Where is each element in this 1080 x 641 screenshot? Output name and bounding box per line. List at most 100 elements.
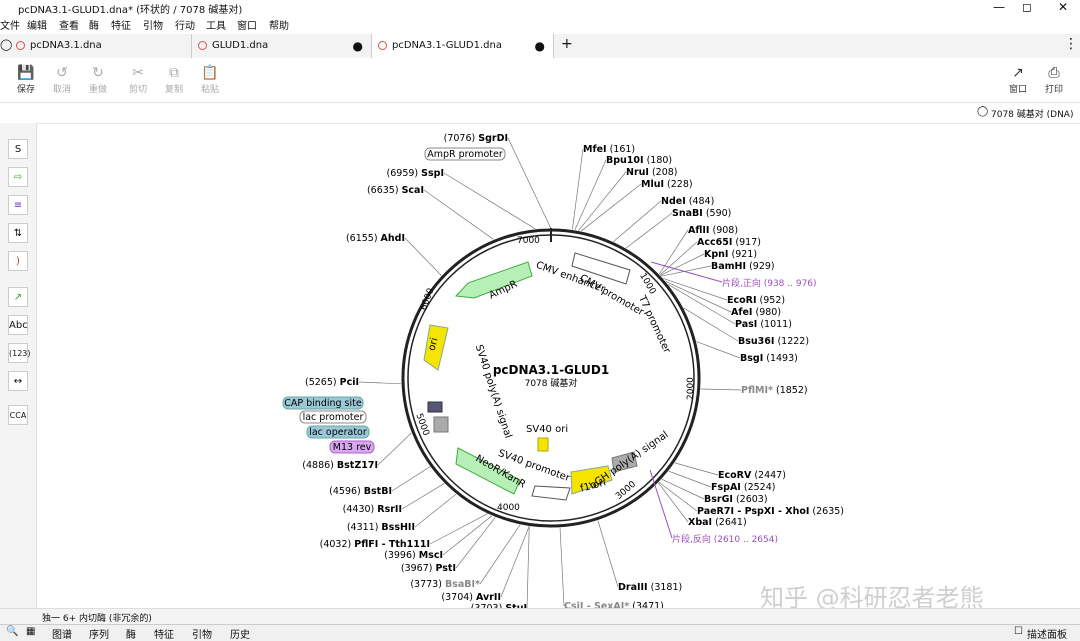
primer-icon[interactable]: ↗ — [8, 287, 28, 307]
restriction-site-label[interactable]: Acc65I (917) — [697, 237, 761, 248]
restriction-site-label[interactable]: MfeI (161) — [583, 144, 635, 155]
restriction-site-label[interactable]: (3996) MscI — [384, 550, 443, 561]
menu-primers[interactable]: 引物 — [143, 17, 163, 32]
sall-tool-icon[interactable]: S — [8, 139, 28, 159]
restriction-site-label[interactable]: (3704) AvrII — [441, 592, 501, 603]
restriction-site-label[interactable]: (4596) BstBI — [329, 486, 392, 497]
sv40-promoter-arrow[interactable] — [531, 485, 571, 501]
arc-icon[interactable]: ) — [8, 251, 28, 271]
tab-glud1[interactable]: GLUD1.dna ● — [192, 34, 372, 58]
feature-arrow-icon[interactable]: ⇨ — [8, 167, 28, 187]
swap-icon[interactable]: ⇅ — [8, 223, 28, 243]
badge-m13-rev[interactable]: M13 rev — [329, 440, 375, 454]
menu-file[interactable]: 文件 — [0, 17, 20, 32]
menu-help[interactable]: 帮助 — [269, 17, 289, 32]
print-button[interactable]: ⎙ 打印 — [1036, 64, 1072, 95]
restriction-site-label[interactable]: (7076) SgrDI — [444, 133, 508, 144]
menu-window[interactable]: 窗口 — [237, 17, 257, 32]
restriction-site-label[interactable]: (4311) BssHII — [347, 522, 415, 533]
paste-button[interactable]: 📋 粘贴 — [192, 64, 228, 95]
enzyme-filter-label[interactable]: 独一 6+ 内切酶 (非冗余的) — [42, 611, 152, 624]
copy-button[interactable]: ⧉ 复制 — [156, 64, 192, 95]
text-tool-icon[interactable]: Abc — [8, 315, 28, 335]
sv40-ori-box[interactable] — [537, 437, 549, 452]
redo-button[interactable]: ↻ 重做 — [80, 64, 116, 95]
restriction-site-label[interactable]: PaeR7I - PspXI - XhoI (2635) — [697, 506, 844, 517]
restriction-site-label[interactable]: AflII (908) — [688, 225, 738, 236]
restriction-site-label[interactable]: BamHI (929) — [711, 261, 775, 272]
restriction-site-label[interactable]: AfeI (980) — [731, 307, 781, 318]
menu-tools[interactable]: 工具 — [206, 17, 226, 32]
describe-panel-checkbox[interactable]: ☐ — [1014, 626, 1023, 637]
fragment-reverse-label[interactable]: 片段,反向 (2610 .. 2654) — [672, 533, 778, 545]
restriction-site-label[interactable]: (3967) PstI — [401, 563, 456, 574]
describe-panel-label: 描述面板 — [1027, 630, 1067, 641]
align-icon[interactable]: ≡ — [8, 195, 28, 215]
menu-actions[interactable]: 行动 — [175, 17, 195, 32]
restriction-site-label[interactable]: XbaI (2641) — [688, 517, 747, 528]
restriction-site-label[interactable]: (6959) SspI — [387, 168, 444, 179]
tab-pcdna31-glud1[interactable]: pcDNA3.1-GLUD1.dna ● — [372, 34, 554, 58]
restriction-site-label[interactable]: NruI (208) — [626, 167, 678, 178]
tab-features[interactable]: 特征 — [154, 626, 174, 641]
menu-enzymes[interactable]: 酶 — [89, 17, 99, 32]
restriction-site-label[interactable]: MluI (228) — [641, 179, 693, 190]
restriction-site-label[interactable]: EcoRV (2447) — [718, 470, 786, 481]
codon-icon[interactable]: CCA — [8, 405, 28, 425]
restriction-site-label[interactable]: (3773) BsaBI* — [410, 579, 480, 590]
menu-edit[interactable]: 编辑 — [27, 17, 47, 32]
grid-icon[interactable]: ▦ — [26, 626, 35, 637]
badge-ampr-promoter[interactable]: AmpR promoter — [424, 147, 506, 161]
number-tool-icon[interactable]: (123) — [8, 343, 31, 363]
restriction-site-label[interactable]: KpnI (921) — [704, 249, 757, 260]
restriction-site-label[interactable]: (6155) AhdI — [346, 233, 405, 244]
menu-view[interactable]: 查看 — [59, 17, 79, 32]
badge-lac-operator[interactable]: lac operator — [306, 425, 370, 439]
restriction-site-label[interactable]: (4032) PflFI - Tth111I — [320, 539, 430, 550]
restriction-site-label[interactable]: CsiI - SexAI* (3471) — [564, 601, 664, 612]
maximize-icon[interactable]: ◻ — [1012, 0, 1042, 16]
unsaved-dot-icon[interactable]: ● — [353, 34, 363, 58]
restriction-site-label[interactable]: (6635) ScaI — [367, 185, 424, 196]
restriction-site-label[interactable]: Bpu10I (180) — [606, 155, 672, 166]
badge-lac-promoter[interactable]: lac promoter — [299, 410, 367, 424]
fragment-forward-label[interactable]: 片段,正向 (938 .. 976) — [722, 277, 817, 289]
badge-cap-binding-site[interactable]: CAP binding site — [282, 396, 364, 410]
tab-sequence[interactable]: 序列 — [89, 626, 109, 641]
restriction-site-label[interactable]: DraIII (3181) — [618, 582, 682, 593]
plasmid-map-svg[interactable]: 7000 1000 2000 3000 4000 5000 6000 CMV e… — [37, 123, 1080, 614]
minimize-icon[interactable]: — — [984, 0, 1014, 16]
restriction-site-label[interactable]: (4886) BstZ17I — [302, 460, 378, 471]
undo-button[interactable]: ↺ 取消 — [44, 64, 80, 95]
tab-enzymes[interactable]: 酶 — [126, 626, 136, 641]
unsaved-dot-icon[interactable]: ● — [535, 34, 545, 58]
restriction-site-label[interactable]: SnaBI (590) — [672, 208, 731, 219]
restriction-site-label[interactable]: PasI (1011) — [735, 319, 792, 330]
restriction-site-label[interactable]: EcoRI (952) — [727, 295, 785, 306]
restriction-site-label[interactable]: NdeI (484) — [661, 196, 714, 207]
tab-primers[interactable]: 引物 — [192, 626, 212, 641]
menu-features[interactable]: 特征 — [111, 17, 131, 32]
restriction-site-label[interactable]: FspAI (2524) — [711, 482, 775, 493]
cut-button[interactable]: ✂ 剪切 — [120, 64, 156, 95]
save-button[interactable]: 💾 保存 — [8, 64, 44, 95]
lac-box[interactable] — [427, 401, 443, 413]
tab-history[interactable]: 历史 — [230, 626, 250, 641]
tab-pcdna31[interactable]: pcDNA3.1.dna — [10, 34, 192, 58]
ruler-icon[interactable]: ↔ — [8, 371, 28, 391]
plasmid-map[interactable]: 7000 1000 2000 3000 4000 5000 6000 CMV e… — [37, 123, 1080, 614]
search-icon[interactable]: 🔍 — [6, 626, 18, 637]
more-icon[interactable]: ⋮ — [1064, 36, 1078, 52]
close-icon[interactable]: ✕ — [1048, 0, 1078, 16]
restriction-site-label[interactable]: Bsu36I (1222) — [738, 336, 809, 347]
restriction-site-label[interactable]: (4430) RsrII — [343, 504, 402, 515]
restriction-site-label[interactable]: PflMI* (1852) — [741, 385, 808, 396]
restriction-site-label[interactable]: BsgI (1493) — [740, 353, 798, 364]
window-button[interactable]: ↗ 窗口 — [1000, 64, 1036, 95]
restriction-site-label[interactable]: BsrGI (2603) — [704, 494, 768, 505]
new-tab-icon[interactable]: + — [561, 36, 573, 52]
sv40-polya-box[interactable] — [433, 416, 449, 433]
sequence-info-bar: ◯ 7078 碱基对 (DNA) — [0, 103, 1080, 124]
restriction-site-label[interactable]: (5265) PciI — [305, 377, 359, 388]
tab-map[interactable]: 图谱 — [52, 626, 72, 641]
